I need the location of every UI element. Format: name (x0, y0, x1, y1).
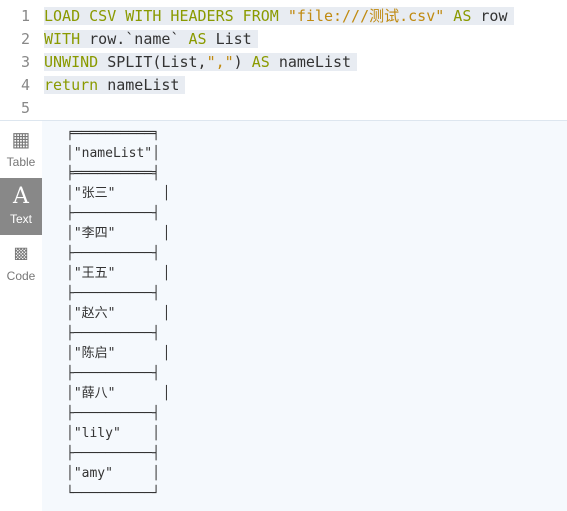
code-token: SPLIT(List, (107, 53, 207, 71)
line-number: 2 (20, 30, 30, 48)
text-icon: A (13, 184, 29, 209)
keyword-token: UNWIND (44, 53, 108, 71)
code-line: LOAD CSV WITH HEADERS FROM "file:///测试.c… (44, 5, 514, 28)
code-token: nameList (107, 76, 180, 94)
keyword-token: return (44, 76, 108, 94)
sidebar-item-table[interactable]: ▦ Table (0, 121, 42, 178)
string-token: "file:///测试.csv" (287, 7, 445, 25)
line-number: 5 (20, 99, 30, 117)
table-icon: ▦ (11, 129, 31, 151)
text-result-panel: ╒══════════╕ │"nameList"│ ╞══════════╡ │… (42, 121, 567, 511)
text-result-table: ╒══════════╕ │"nameList"│ ╞══════════╡ │… (66, 126, 171, 501)
keyword-token: AS (188, 30, 216, 48)
code-token: row.`name` (89, 30, 189, 48)
sidebar-item-label: Code (6, 269, 36, 283)
code-line: WITH row.`name` AS List (44, 28, 258, 51)
code-token: nameList (278, 53, 352, 71)
line-number: 1 (20, 7, 30, 25)
code-icon: ▩ (13, 245, 29, 262)
keyword-token: LOAD CSV WITH HEADERS FROM (44, 7, 288, 25)
keyword-token: WITH (44, 30, 90, 48)
keyword-token: AS (251, 53, 279, 71)
line-number: 4 (20, 76, 30, 94)
sidebar-item-label: Table (6, 155, 36, 169)
code-line: UNWIND SPLIT(List,",") AS nameList (44, 51, 358, 74)
string-token: "," (206, 53, 234, 71)
keyword-token: AS (444, 7, 481, 25)
code-token: List (215, 30, 252, 48)
code-token: row (480, 7, 508, 25)
line-number: 3 (20, 53, 30, 71)
sidebar-item-label: Text (9, 212, 32, 226)
query-editor[interactable]: 1 2 3 4 5 LOAD CSV WITH HEADERS FROM "file:/… (0, 0, 567, 121)
view-sidebar: ▦ Table A Text ▩ Code (0, 121, 42, 511)
sidebar-item-text[interactable]: A Text (0, 178, 42, 235)
sidebar-item-code[interactable]: ▩ Code (0, 235, 42, 292)
code-line: return nameList (44, 74, 186, 97)
code-token: ) (233, 53, 252, 71)
